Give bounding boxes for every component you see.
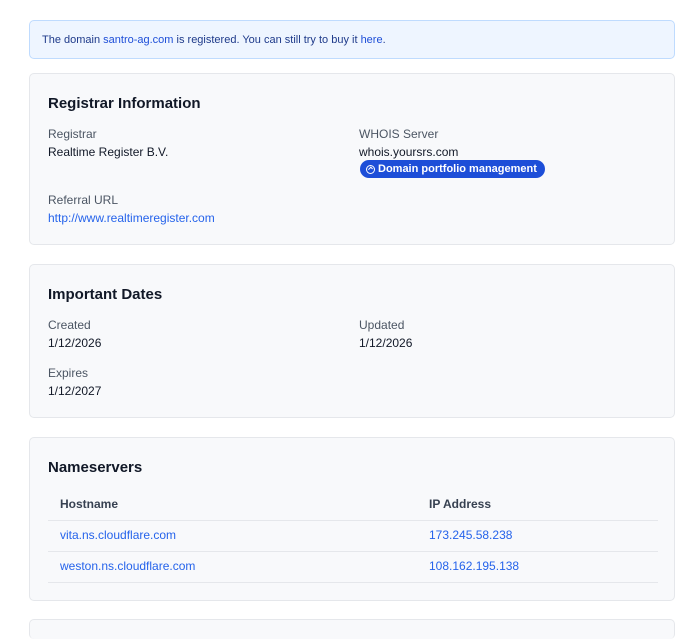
important-dates-title: Important Dates: [48, 286, 163, 303]
referral-url-link[interactable]: http://www.realtimeregister.com: [48, 211, 215, 225]
notice-middle: is registered. You can still try to buy …: [173, 34, 361, 46]
arrow-up-circle-icon: [366, 164, 375, 174]
hostname-column-header: Hostname: [60, 497, 119, 511]
registrar-information-title: Registrar Information: [48, 95, 201, 112]
expires-label: Expires: [48, 366, 89, 380]
table-divider: [48, 520, 658, 521]
registrar-label: Registrar: [48, 127, 97, 141]
created-value: 1/12/2026: [48, 336, 102, 350]
expires-value: 1/12/2027: [48, 384, 102, 398]
domain-portfolio-management-label: Domain portfolio management: [378, 163, 537, 175]
registrar-value: Realtime Register B.V.: [48, 145, 169, 159]
nameserver-ip-link[interactable]: 173.245.58.238: [429, 528, 512, 542]
nameserver-hostname-link[interactable]: vita.ns.cloudflare.com: [60, 528, 176, 542]
table-divider: [48, 551, 658, 552]
whois-server-value: whois.yoursrs.com: [359, 145, 459, 159]
nameservers-title: Nameservers: [48, 459, 143, 476]
referral-url-label: Referral URL: [48, 193, 119, 207]
buy-here-link[interactable]: here: [361, 34, 383, 46]
domain-status-notice: The domain santro-ag.com is registered. …: [29, 20, 675, 59]
domain-portfolio-management-button[interactable]: Domain portfolio management: [360, 160, 545, 178]
notice-suffix: .: [382, 34, 386, 46]
domain-link[interactable]: santro-ag.com: [103, 34, 173, 46]
nameserver-hostname-link[interactable]: weston.ns.cloudflare.com: [60, 559, 195, 573]
registrar-information-card: Registrar Information Registrar Realtime…: [29, 73, 675, 245]
nameservers-card: Nameservers Hostname IP Address vita.ns.…: [29, 437, 675, 601]
important-dates-card: Important Dates Created 1/12/2026 Update…: [29, 264, 675, 418]
notice-prefix: The domain: [42, 34, 104, 46]
next-section-card: [29, 619, 675, 639]
created-label: Created: [48, 318, 91, 332]
table-divider: [48, 582, 658, 583]
ip-address-column-header: IP Address: [429, 497, 492, 511]
whois-server-label: WHOIS Server: [359, 127, 439, 141]
updated-label: Updated: [359, 318, 405, 332]
updated-value: 1/12/2026: [359, 336, 413, 350]
nameserver-ip-link[interactable]: 108.162.195.138: [429, 559, 519, 573]
